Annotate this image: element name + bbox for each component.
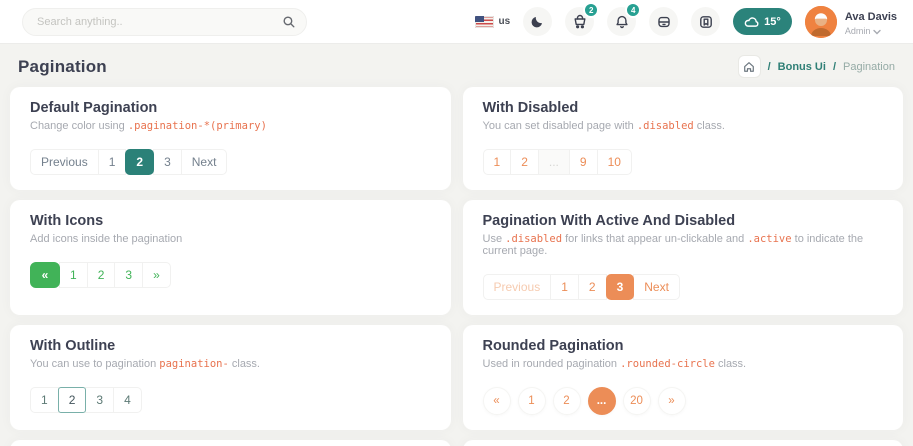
page-item[interactable]: 4 <box>113 387 142 413</box>
notifications-badge: 4 <box>625 2 642 18</box>
card-desc: You can set disabled page with .disabled… <box>482 120 725 132</box>
code-snippet: .active <box>747 233 792 245</box>
pagination-icons: « 1 2 3 » <box>30 262 431 288</box>
card-active-and-disabled: Pagination With Active And Disabled Use … <box>462 200 903 315</box>
drawer-icon <box>657 16 670 27</box>
language-label: us <box>498 16 511 27</box>
pagination-outline: 1 2 3 4 <box>30 387 431 413</box>
page-item[interactable]: 1 <box>59 262 88 288</box>
page-prev-icon[interactable]: « <box>482 387 511 415</box>
breadcrumb-home[interactable] <box>737 55 761 78</box>
page-item[interactable]: 9 <box>568 149 598 175</box>
code-snippet: .disabled <box>636 120 694 132</box>
avatar <box>804 5 837 38</box>
breadcrumb: / Bonus Ui / Pagination <box>737 55 895 78</box>
page-item[interactable]: 20 <box>622 387 651 415</box>
page-item[interactable]: 1 <box>30 387 59 413</box>
card-desc: Add icons inside the pagination <box>30 233 183 245</box>
search-icon[interactable] <box>282 15 296 34</box>
search-bar <box>22 7 307 36</box>
moon-icon <box>531 17 543 28</box>
bookmark-icon <box>699 15 712 28</box>
card-title: With Disabled <box>482 100 579 116</box>
pagination-active-disabled: Previous 1 2 3 Next <box>482 274 884 300</box>
page-item[interactable]: 2 <box>86 262 116 288</box>
page-item-active[interactable]: ... <box>587 387 616 415</box>
card-with-outline: With Outline You can use to pagination p… <box>10 325 451 430</box>
page-head: Pagination / Bonus Ui / Pagination <box>0 44 913 87</box>
chevron-down-icon <box>873 29 882 34</box>
user-role: Admin <box>844 25 871 36</box>
page-title: Pagination <box>18 56 107 76</box>
card-pagination-size: Pagination Size Pagination size using .p… <box>462 440 903 446</box>
code-snippet: pagination- <box>159 358 229 370</box>
page-item[interactable]: 3 <box>153 149 182 175</box>
page-item[interactable]: 10 <box>596 149 632 175</box>
card-desc: Change color using .pagination-*(primary… <box>30 120 267 132</box>
page-item-active[interactable]: 2 <box>125 149 155 175</box>
page-next[interactable]: Next <box>633 274 680 300</box>
cloud-icon <box>744 16 759 27</box>
page-item[interactable]: 1 <box>482 149 512 175</box>
card-default-pagination: Default Pagination Change color using .p… <box>10 87 451 190</box>
page-item[interactable]: 1 <box>550 274 579 300</box>
pagination-disabled: 1 2 ... 9 10 <box>482 149 884 175</box>
home-icon <box>744 61 754 72</box>
top-header: us 2 4 <box>0 0 913 44</box>
page-item[interactable]: 2 <box>552 387 581 415</box>
card-rounded-pagination: Rounded Pagination Used in rounded pagin… <box>462 325 903 430</box>
breadcrumb-separator: / <box>832 60 836 73</box>
notifications-button[interactable]: 4 <box>607 2 642 36</box>
page-next-icon[interactable]: » <box>142 262 171 288</box>
search-input[interactable] <box>22 7 307 36</box>
cart-button[interactable]: 2 <box>565 2 600 36</box>
card-with-disabled: With Disabled You can set disabled page … <box>462 87 903 190</box>
dark-mode-button[interactable] <box>523 7 553 36</box>
page-item-outlined[interactable]: 2 <box>57 387 87 413</box>
weather-widget[interactable]: 15° <box>733 8 792 35</box>
us-flag-icon <box>474 15 494 28</box>
breadcrumb-separator: / <box>767 60 771 73</box>
user-menu[interactable]: Ava Davis Admin <box>804 5 897 38</box>
pagination-rounded: « 1 2 ... 20 » <box>482 387 884 415</box>
page-item[interactable]: 3 <box>114 262 144 288</box>
page-prev-icon[interactable]: « <box>30 262 60 288</box>
breadcrumb-current: Pagination <box>843 60 895 73</box>
cards-grid: Default Pagination Change color using .p… <box>0 87 913 446</box>
page-item[interactable]: 1 <box>97 149 127 175</box>
page-item[interactable]: 3 <box>85 387 115 413</box>
page-item-disabled: ... <box>537 149 570 175</box>
code-snippet: .disabled <box>505 233 563 245</box>
page-next-icon[interactable]: » <box>657 387 686 415</box>
card-with-icons: With Icons Add icons inside the paginati… <box>10 200 451 315</box>
card-desc: Use .disabled for links that appear un-c… <box>482 233 864 257</box>
card-desc: Used in rounded pagination .rounded-circ… <box>482 358 747 370</box>
page-next[interactable]: Next <box>180 149 228 175</box>
breadcrumb-section[interactable]: Bonus Ui <box>778 61 826 73</box>
drawer-button[interactable] <box>649 7 679 36</box>
card-title: With Outline <box>30 338 116 354</box>
card-title: Rounded Pagination <box>482 338 624 354</box>
page-item[interactable]: 1 <box>517 387 546 415</box>
cart-badge: 2 <box>583 2 600 18</box>
card-title: With Icons <box>30 213 104 229</box>
page-item[interactable]: 2 <box>577 274 607 300</box>
card-desc: You can use to pagination pagination- cl… <box>30 358 260 370</box>
card-title: Default Pagination <box>30 100 158 116</box>
page-item[interactable]: 2 <box>510 149 539 175</box>
page-previous-disabled: Previous <box>482 274 552 300</box>
card-title: Pagination With Active And Disabled <box>482 213 736 229</box>
page-previous[interactable]: Previous <box>30 149 99 175</box>
code-snippet: .rounded-circle <box>620 358 715 370</box>
header-actions: us 2 4 15° Ava Davis Admin <box>474 2 897 38</box>
language-selector[interactable]: us <box>474 15 511 28</box>
bookmark-button[interactable] <box>691 7 721 36</box>
pagination-default: Previous 1 2 3 Next <box>30 149 431 175</box>
card-pagination-alignment: Pagination Alignment Change the alignmen… <box>10 440 451 446</box>
code-snippet: .pagination-*(primary) <box>127 120 267 132</box>
page-item-active[interactable]: 3 <box>605 274 635 300</box>
weather-temp: 15° <box>764 15 781 28</box>
user-name: Ava Davis <box>844 10 897 23</box>
